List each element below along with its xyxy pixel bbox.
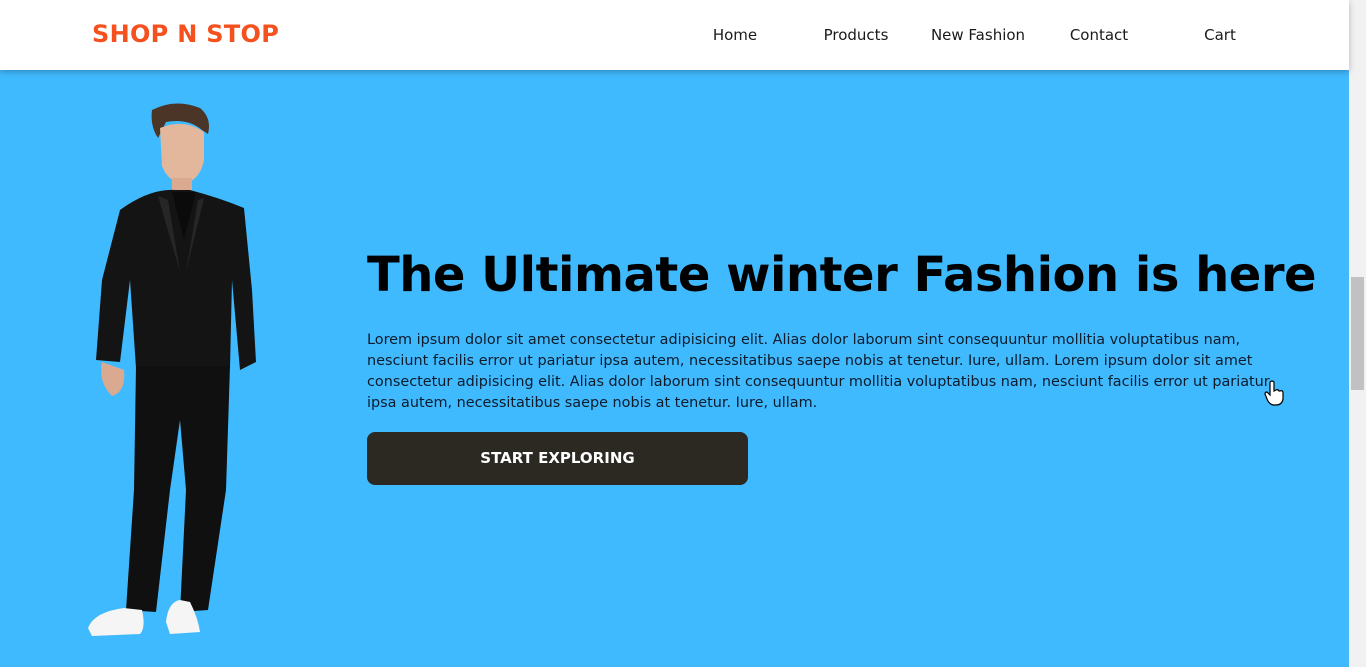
page: SHOP N STOP Home Products New Fashion Co… (0, 0, 1349, 667)
scrollbar-thumb[interactable] (1351, 277, 1364, 390)
brand-logo[interactable]: SHOP N STOP (92, 20, 279, 48)
nav-link-cart[interactable]: Cart (1204, 26, 1236, 44)
nav-link-new-fashion[interactable]: New Fashion (931, 26, 1025, 44)
hero-heading: The Ultimate winter Fashion is here (367, 247, 1317, 303)
start-exploring-button[interactable]: START EXPLORING (367, 432, 748, 485)
nav-link-home[interactable]: Home (713, 26, 757, 44)
hero-description: Lorem ipsum dolor sit amet consectetur a… (367, 332, 1270, 411)
hero-model-image (88, 103, 256, 636)
nav-link-contact[interactable]: Contact (1070, 26, 1128, 44)
hand-pointer-icon (1264, 380, 1284, 406)
nav-link-products[interactable]: Products (824, 26, 889, 44)
top-navbar: SHOP N STOP Home Products New Fashion Co… (0, 0, 1349, 70)
